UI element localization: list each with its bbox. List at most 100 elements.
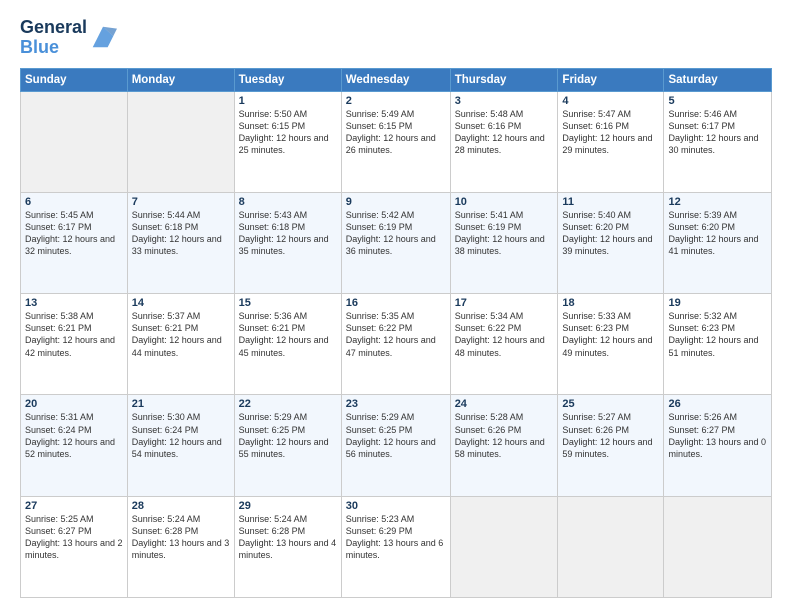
- day-info: Sunrise: 5:36 AM Sunset: 6:21 PM Dayligh…: [239, 310, 337, 359]
- day-number: 5: [668, 95, 767, 107]
- calendar-week-row: 1Sunrise: 5:50 AM Sunset: 6:15 PM Daylig…: [21, 91, 772, 192]
- day-info: Sunrise: 5:24 AM Sunset: 6:28 PM Dayligh…: [132, 513, 230, 562]
- day-number: 3: [455, 95, 554, 107]
- calendar-week-row: 27Sunrise: 5:25 AM Sunset: 6:27 PM Dayli…: [21, 496, 772, 597]
- day-number: 7: [132, 196, 230, 208]
- day-header-saturday: Saturday: [664, 68, 772, 91]
- calendar-cell: 15Sunrise: 5:36 AM Sunset: 6:21 PM Dayli…: [234, 294, 341, 395]
- day-number: 27: [25, 500, 123, 512]
- calendar-cell: 30Sunrise: 5:23 AM Sunset: 6:29 PM Dayli…: [341, 496, 450, 597]
- day-info: Sunrise: 5:41 AM Sunset: 6:19 PM Dayligh…: [455, 209, 554, 258]
- page-header: GeneralBlue: [20, 18, 772, 58]
- calendar-cell: [450, 496, 558, 597]
- day-header-thursday: Thursday: [450, 68, 558, 91]
- calendar-cell: [558, 496, 664, 597]
- calendar-cell: 13Sunrise: 5:38 AM Sunset: 6:21 PM Dayli…: [21, 294, 128, 395]
- logo-text: GeneralBlue: [20, 18, 87, 58]
- day-info: Sunrise: 5:39 AM Sunset: 6:20 PM Dayligh…: [668, 209, 767, 258]
- logo: GeneralBlue: [20, 18, 117, 58]
- calendar-cell: 3Sunrise: 5:48 AM Sunset: 6:16 PM Daylig…: [450, 91, 558, 192]
- calendar-week-row: 20Sunrise: 5:31 AM Sunset: 6:24 PM Dayli…: [21, 395, 772, 496]
- day-info: Sunrise: 5:23 AM Sunset: 6:29 PM Dayligh…: [346, 513, 446, 562]
- day-number: 15: [239, 297, 337, 309]
- day-info: Sunrise: 5:35 AM Sunset: 6:22 PM Dayligh…: [346, 310, 446, 359]
- calendar-cell: 7Sunrise: 5:44 AM Sunset: 6:18 PM Daylig…: [127, 192, 234, 293]
- logo-icon: [89, 23, 117, 51]
- calendar-cell: 2Sunrise: 5:49 AM Sunset: 6:15 PM Daylig…: [341, 91, 450, 192]
- day-info: Sunrise: 5:50 AM Sunset: 6:15 PM Dayligh…: [239, 108, 337, 157]
- day-info: Sunrise: 5:27 AM Sunset: 6:26 PM Dayligh…: [562, 411, 659, 460]
- day-info: Sunrise: 5:37 AM Sunset: 6:21 PM Dayligh…: [132, 310, 230, 359]
- day-info: Sunrise: 5:48 AM Sunset: 6:16 PM Dayligh…: [455, 108, 554, 157]
- calendar-header-row: SundayMondayTuesdayWednesdayThursdayFrid…: [21, 68, 772, 91]
- day-header-monday: Monday: [127, 68, 234, 91]
- day-info: Sunrise: 5:29 AM Sunset: 6:25 PM Dayligh…: [239, 411, 337, 460]
- day-number: 6: [25, 196, 123, 208]
- day-number: 26: [668, 398, 767, 410]
- day-number: 2: [346, 95, 446, 107]
- day-info: Sunrise: 5:33 AM Sunset: 6:23 PM Dayligh…: [562, 310, 659, 359]
- calendar-cell: 23Sunrise: 5:29 AM Sunset: 6:25 PM Dayli…: [341, 395, 450, 496]
- calendar-cell: [664, 496, 772, 597]
- calendar-cell: 8Sunrise: 5:43 AM Sunset: 6:18 PM Daylig…: [234, 192, 341, 293]
- day-number: 13: [25, 297, 123, 309]
- day-number: 29: [239, 500, 337, 512]
- day-header-friday: Friday: [558, 68, 664, 91]
- day-number: 25: [562, 398, 659, 410]
- day-info: Sunrise: 5:44 AM Sunset: 6:18 PM Dayligh…: [132, 209, 230, 258]
- calendar-cell: 20Sunrise: 5:31 AM Sunset: 6:24 PM Dayli…: [21, 395, 128, 496]
- calendar-cell: 18Sunrise: 5:33 AM Sunset: 6:23 PM Dayli…: [558, 294, 664, 395]
- day-info: Sunrise: 5:34 AM Sunset: 6:22 PM Dayligh…: [455, 310, 554, 359]
- day-info: Sunrise: 5:46 AM Sunset: 6:17 PM Dayligh…: [668, 108, 767, 157]
- day-number: 17: [455, 297, 554, 309]
- calendar-week-row: 13Sunrise: 5:38 AM Sunset: 6:21 PM Dayli…: [21, 294, 772, 395]
- calendar-cell: 26Sunrise: 5:26 AM Sunset: 6:27 PM Dayli…: [664, 395, 772, 496]
- day-number: 8: [239, 196, 337, 208]
- day-info: Sunrise: 5:49 AM Sunset: 6:15 PM Dayligh…: [346, 108, 446, 157]
- day-number: 12: [668, 196, 767, 208]
- calendar-cell: 6Sunrise: 5:45 AM Sunset: 6:17 PM Daylig…: [21, 192, 128, 293]
- day-number: 14: [132, 297, 230, 309]
- day-info: Sunrise: 5:24 AM Sunset: 6:28 PM Dayligh…: [239, 513, 337, 562]
- calendar-cell: 21Sunrise: 5:30 AM Sunset: 6:24 PM Dayli…: [127, 395, 234, 496]
- day-info: Sunrise: 5:25 AM Sunset: 6:27 PM Dayligh…: [25, 513, 123, 562]
- calendar-cell: 4Sunrise: 5:47 AM Sunset: 6:16 PM Daylig…: [558, 91, 664, 192]
- day-number: 21: [132, 398, 230, 410]
- day-info: Sunrise: 5:42 AM Sunset: 6:19 PM Dayligh…: [346, 209, 446, 258]
- day-number: 22: [239, 398, 337, 410]
- calendar-cell: 14Sunrise: 5:37 AM Sunset: 6:21 PM Dayli…: [127, 294, 234, 395]
- day-number: 28: [132, 500, 230, 512]
- day-header-tuesday: Tuesday: [234, 68, 341, 91]
- calendar-cell: 9Sunrise: 5:42 AM Sunset: 6:19 PM Daylig…: [341, 192, 450, 293]
- day-info: Sunrise: 5:26 AM Sunset: 6:27 PM Dayligh…: [668, 411, 767, 460]
- calendar-cell: [21, 91, 128, 192]
- calendar-week-row: 6Sunrise: 5:45 AM Sunset: 6:17 PM Daylig…: [21, 192, 772, 293]
- day-number: 4: [562, 95, 659, 107]
- day-number: 9: [346, 196, 446, 208]
- calendar-cell: 28Sunrise: 5:24 AM Sunset: 6:28 PM Dayli…: [127, 496, 234, 597]
- day-number: 16: [346, 297, 446, 309]
- day-number: 10: [455, 196, 554, 208]
- day-number: 30: [346, 500, 446, 512]
- day-number: 23: [346, 398, 446, 410]
- calendar-cell: 5Sunrise: 5:46 AM Sunset: 6:17 PM Daylig…: [664, 91, 772, 192]
- calendar-cell: 12Sunrise: 5:39 AM Sunset: 6:20 PM Dayli…: [664, 192, 772, 293]
- calendar-cell: 27Sunrise: 5:25 AM Sunset: 6:27 PM Dayli…: [21, 496, 128, 597]
- calendar-cell: 16Sunrise: 5:35 AM Sunset: 6:22 PM Dayli…: [341, 294, 450, 395]
- day-info: Sunrise: 5:29 AM Sunset: 6:25 PM Dayligh…: [346, 411, 446, 460]
- calendar-cell: 25Sunrise: 5:27 AM Sunset: 6:26 PM Dayli…: [558, 395, 664, 496]
- calendar-cell: 24Sunrise: 5:28 AM Sunset: 6:26 PM Dayli…: [450, 395, 558, 496]
- calendar-cell: 22Sunrise: 5:29 AM Sunset: 6:25 PM Dayli…: [234, 395, 341, 496]
- calendar-table: SundayMondayTuesdayWednesdayThursdayFrid…: [20, 68, 772, 598]
- calendar-cell: 19Sunrise: 5:32 AM Sunset: 6:23 PM Dayli…: [664, 294, 772, 395]
- day-number: 1: [239, 95, 337, 107]
- day-info: Sunrise: 5:40 AM Sunset: 6:20 PM Dayligh…: [562, 209, 659, 258]
- calendar-cell: 1Sunrise: 5:50 AM Sunset: 6:15 PM Daylig…: [234, 91, 341, 192]
- calendar-cell: 10Sunrise: 5:41 AM Sunset: 6:19 PM Dayli…: [450, 192, 558, 293]
- day-number: 18: [562, 297, 659, 309]
- day-info: Sunrise: 5:30 AM Sunset: 6:24 PM Dayligh…: [132, 411, 230, 460]
- day-info: Sunrise: 5:32 AM Sunset: 6:23 PM Dayligh…: [668, 310, 767, 359]
- day-header-wednesday: Wednesday: [341, 68, 450, 91]
- day-number: 19: [668, 297, 767, 309]
- day-info: Sunrise: 5:38 AM Sunset: 6:21 PM Dayligh…: [25, 310, 123, 359]
